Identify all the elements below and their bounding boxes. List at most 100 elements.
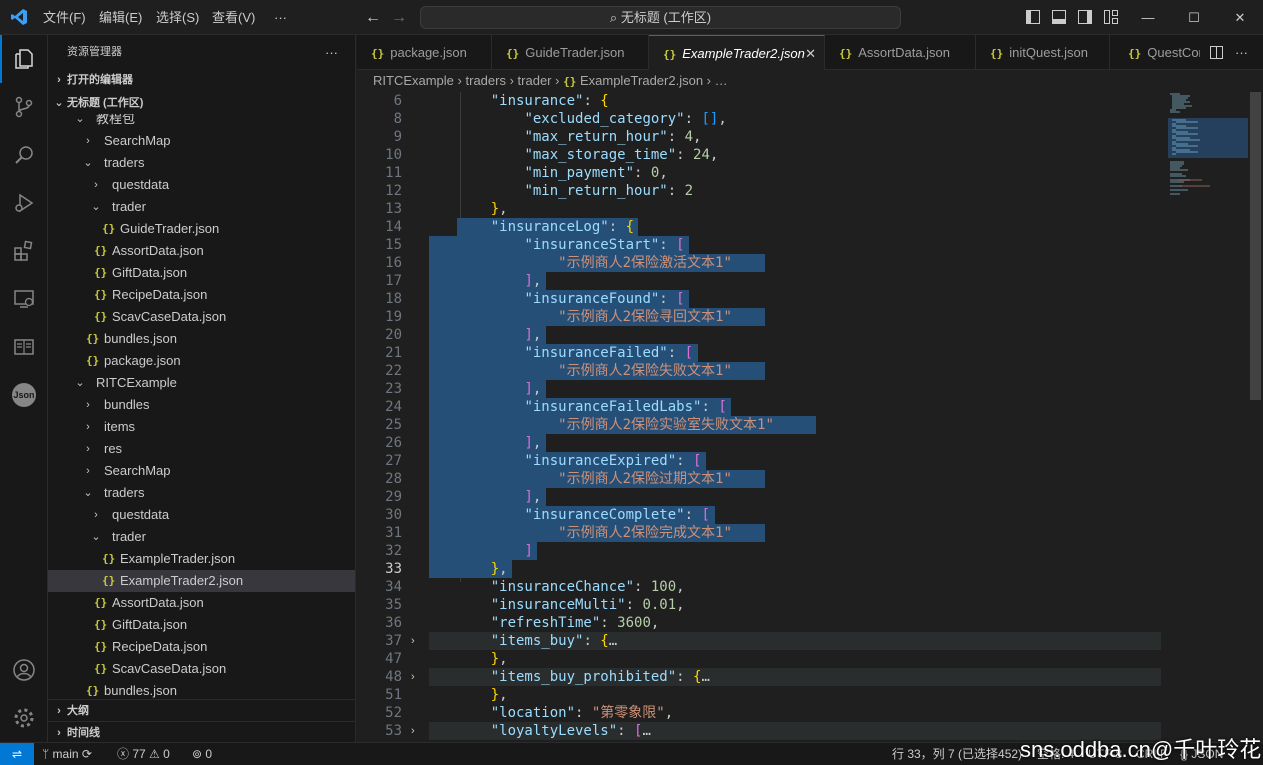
folder-item[interactable]: ⌄ traders — [48, 482, 355, 504]
file-item[interactable]: {} AssortData.json — [48, 240, 355, 262]
code-line[interactable]: ], — [457, 380, 541, 398]
folder-item[interactable]: ⌄ trader — [48, 196, 355, 218]
split-editor-icon[interactable] — [1210, 46, 1223, 59]
tab-assortdata-json[interactable]: {} AssortData.json — [825, 35, 976, 70]
code-line[interactable]: "insuranceComplete": [ — [457, 506, 709, 524]
book-icon[interactable] — [0, 323, 48, 371]
outline-section[interactable]: › 大纲 — [48, 699, 355, 721]
code-line[interactable]: "loyaltyLevels": [… — [457, 722, 651, 740]
code-line[interactable]: "insurance": { — [457, 92, 609, 110]
code-line[interactable]: "insuranceMulti": 0.01, — [457, 596, 685, 614]
code-line[interactable]: "items_buy": {… — [457, 632, 617, 650]
toggle-panel-icon[interactable] — [1052, 10, 1066, 24]
open-editors-section[interactable]: › 打开的编辑器 — [48, 69, 355, 91]
code-line[interactable]: ], — [457, 488, 541, 506]
extensions-icon[interactable] — [0, 227, 48, 275]
file-item[interactable]: {} GuideTrader.json — [48, 218, 355, 240]
folder-item[interactable]: › items — [48, 416, 355, 438]
close-tab-icon[interactable]: ✕ — [805, 36, 816, 70]
file-item[interactable]: {} AssortData.json — [48, 592, 355, 614]
breadcrumb-item[interactable]: RITCExample — [373, 73, 454, 88]
search-sidebar-icon[interactable] — [0, 131, 48, 179]
ports-status[interactable]: ⊚ 0 — [192, 743, 212, 765]
more-actions-icon[interactable]: ··· — [1235, 35, 1248, 70]
editor-scrollbar[interactable] — [1248, 92, 1262, 742]
code-line[interactable]: ], — [457, 326, 541, 344]
tab-questcor[interactable]: {} QuestCor — [1110, 35, 1200, 70]
minimap[interactable] — [1168, 92, 1248, 212]
breadcrumb-item[interactable]: trader — [518, 73, 552, 88]
code-line[interactable]: "insuranceFailedLabs": [ — [457, 398, 726, 416]
menu-file[interactable]: 文件(F) — [43, 0, 86, 35]
cursor-position[interactable]: 行 33，列 7 (已选择452) — [892, 743, 1022, 765]
maximize-button[interactable]: ☐ — [1171, 0, 1217, 35]
forward-arrow-icon[interactable]: → — [391, 0, 407, 35]
branch-status[interactable]: ᛘ main ⟳ — [42, 743, 92, 765]
file-item[interactable]: {} bundles.json — [48, 328, 355, 350]
code-line[interactable]: "示例商人2保险激活文本1" — [457, 254, 732, 272]
file-item[interactable]: {} package.json — [48, 350, 355, 372]
settings-gear-icon[interactable] — [0, 694, 48, 742]
file-item[interactable]: {} GiftData.json — [48, 614, 355, 636]
folder-item[interactable]: › res — [48, 438, 355, 460]
code-line[interactable]: "refreshTime": 3600, — [457, 614, 660, 632]
fold-chevron-icon[interactable]: › — [411, 668, 415, 686]
code-line[interactable]: "insuranceStart": [ — [457, 236, 684, 254]
code-line[interactable]: "insuranceChance": 100, — [457, 578, 685, 596]
source-control-icon[interactable] — [0, 83, 48, 131]
tab-initquest-json[interactable]: {} initQuest.json — [976, 35, 1110, 70]
menu-view[interactable]: 查看(V) — [212, 0, 255, 35]
folder-item[interactable]: ⌄ trader — [48, 526, 355, 548]
code-line[interactable]: "location": "第零象限", — [457, 704, 673, 722]
file-item[interactable]: {} RecipeData.json — [48, 636, 355, 658]
tab-package-json[interactable]: {} package.json — [357, 35, 492, 70]
folder-item[interactable]: › questdata — [48, 504, 355, 526]
file-item[interactable]: {} RecipeData.json — [48, 284, 355, 306]
folder-item[interactable]: › bundles — [48, 394, 355, 416]
code-line[interactable]: }, — [457, 560, 508, 578]
code-line[interactable]: ] — [457, 542, 532, 560]
folder-item[interactable]: › SearchMap — [48, 460, 355, 482]
problems-status[interactable]: ⓧ 77 ⚠ 0 — [117, 743, 170, 765]
fold-chevron-icon[interactable]: › — [411, 632, 415, 650]
code-line[interactable]: "excluded_category": [], — [457, 110, 726, 128]
code-line[interactable]: "示例商人2保险寻回文本1" — [457, 308, 732, 326]
run-debug-icon[interactable] — [0, 179, 48, 227]
tab-guidetrader-json[interactable]: {} GuideTrader.json — [492, 35, 649, 70]
customize-layout-icon[interactable] — [1104, 10, 1118, 24]
code-line[interactable]: "insuranceFound": [ — [457, 290, 684, 308]
file-item[interactable]: {} ExampleTrader.json — [48, 548, 355, 570]
workspace-section[interactable]: ⌄ 无标题 (工作区) — [48, 92, 355, 114]
remote-indicator-icon[interactable]: ⇌ — [0, 743, 34, 765]
json-extension-icon[interactable]: Json — [0, 371, 48, 419]
minimize-button[interactable]: — — [1125, 0, 1171, 35]
scrollbar-thumb[interactable] — [1250, 92, 1261, 400]
code-line[interactable]: "insuranceLog": { — [457, 218, 634, 236]
file-item[interactable]: {} bundles.json — [48, 680, 355, 700]
fold-chevron-icon[interactable]: › — [411, 722, 415, 740]
folder-item[interactable]: ⌄ 教程包 — [48, 114, 355, 130]
file-item[interactable]: {} ExampleTrader2.json — [48, 570, 355, 592]
sidebar-more-button[interactable]: ··· — [325, 35, 338, 70]
code-line[interactable]: "min_payment": 0, — [457, 164, 667, 182]
code-line[interactable]: }, — [457, 200, 508, 218]
back-arrow-icon[interactable]: ← — [365, 0, 381, 35]
code-line[interactable]: "insuranceExpired": [ — [457, 452, 701, 470]
account-icon[interactable] — [0, 646, 48, 694]
code-line[interactable]: "示例商人2保险完成文本1" — [457, 524, 732, 542]
menu-more[interactable]: ··· — [274, 0, 287, 35]
code-line[interactable]: "items_buy_prohibited": {… — [457, 668, 710, 686]
code-line[interactable]: "max_return_hour": 4, — [457, 128, 701, 146]
timeline-section[interactable]: › 时间线 — [48, 721, 355, 743]
code-line[interactable]: ], — [457, 434, 541, 452]
code-line[interactable]: "示例商人2保险失败文本1" — [457, 362, 732, 380]
code-line[interactable]: "示例商人2保险实验室失败文本1" — [457, 416, 774, 434]
breadcrumb-item[interactable]: … — [715, 73, 728, 88]
command-center-search[interactable]: ⌕ 无标题 (工作区) — [420, 6, 901, 29]
breadcrumb-item[interactable]: ExampleTrader2.json — [580, 73, 703, 88]
code-line[interactable]: ], — [457, 272, 541, 290]
file-item[interactable]: {} ScavCaseData.json — [48, 658, 355, 680]
close-window-button[interactable]: ✕ — [1217, 0, 1263, 35]
folder-item[interactable]: ⌄ traders — [48, 152, 355, 174]
breadcrumb-item[interactable]: traders — [466, 73, 506, 88]
